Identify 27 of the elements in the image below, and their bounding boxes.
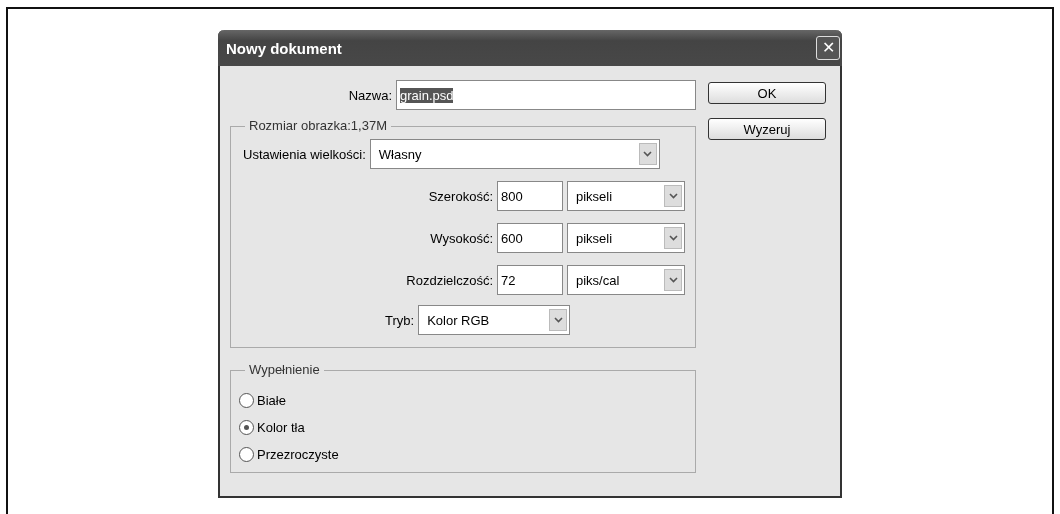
- field-label: Wysokość:: [430, 230, 493, 246]
- preset-label: Ustawienia wielkości:: [243, 146, 366, 162]
- window-title: Nowy dokument: [226, 39, 342, 57]
- unit-dropdown[interactable]: piks/cal: [567, 265, 685, 295]
- radio-button[interactable]: [239, 393, 254, 408]
- unit-dropdown[interactable]: pikseli: [567, 223, 685, 253]
- unit-dropdown[interactable]: pikseli: [567, 181, 685, 211]
- radio-label[interactable]: Przezroczyste: [257, 447, 339, 462]
- number-field[interactable]: 800: [497, 181, 563, 211]
- number-field[interactable]: 600: [497, 223, 563, 253]
- name-field[interactable]: grain.psd: [396, 80, 696, 110]
- radio-button[interactable]: [239, 420, 254, 435]
- dialog-button[interactable]: OK: [708, 82, 826, 104]
- group-title: Wypełnienie: [245, 362, 324, 377]
- group-title: Rozmiar obrazka:1,37M: [245, 118, 391, 133]
- dialog-button[interactable]: Wyzeruj: [708, 118, 826, 140]
- preset-dropdown[interactable]: Własny: [369, 139, 660, 169]
- mode-label: Tryb:: [385, 312, 415, 328]
- close-button[interactable]: ✕: [816, 36, 840, 60]
- field-label: Rozdzielczość:: [406, 272, 493, 288]
- name-label: Nazwa:: [348, 87, 392, 103]
- field-label: Szerokość:: [428, 188, 493, 204]
- mode-dropdown[interactable]: Kolor RGB: [418, 305, 571, 335]
- radio-label[interactable]: Kolor tła: [257, 420, 305, 435]
- number-field[interactable]: 72: [497, 265, 563, 295]
- radio-label[interactable]: Białe: [257, 393, 286, 408]
- radio-button[interactable]: [239, 447, 254, 462]
